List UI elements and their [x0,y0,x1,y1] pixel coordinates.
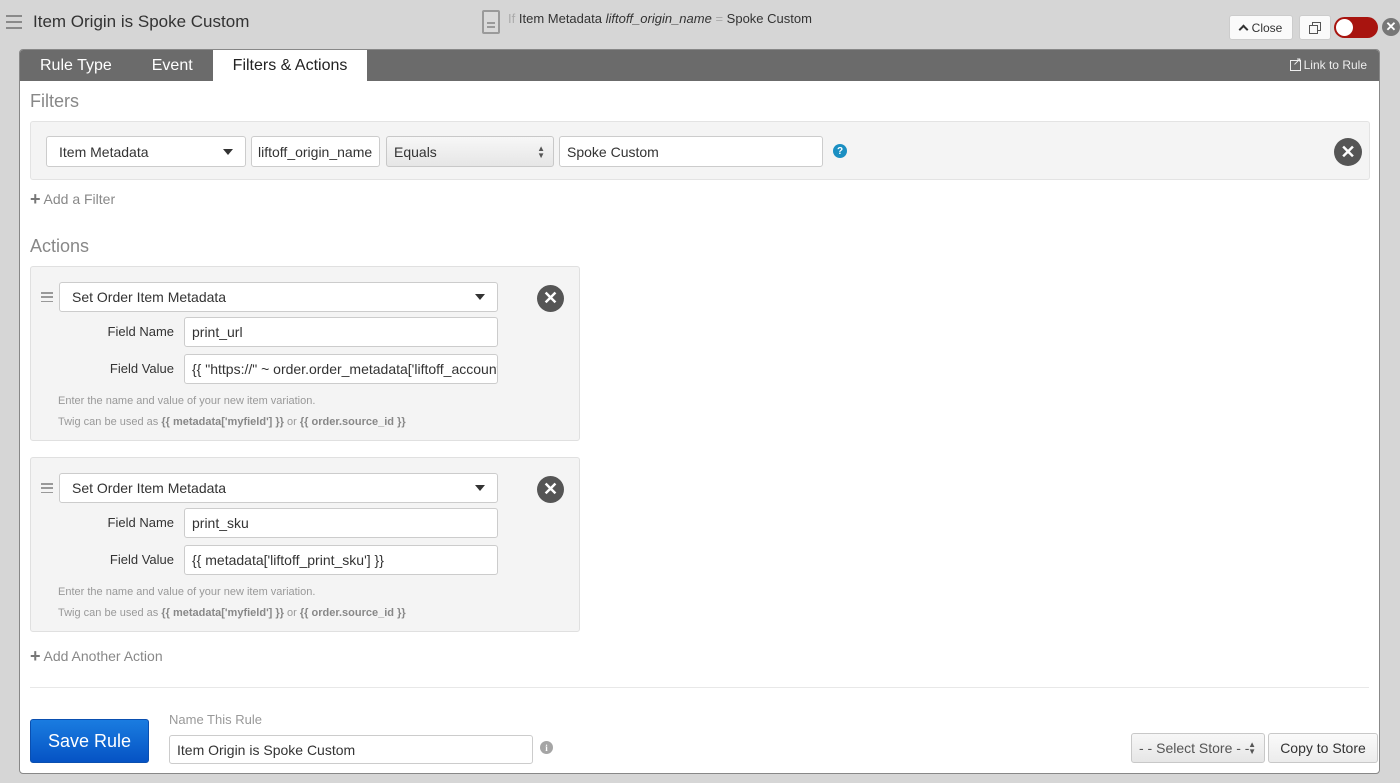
menu-icon[interactable] [6,15,22,29]
actions-heading: Actions [30,236,90,256]
add-filter-label: Add a Filter [43,191,116,207]
filter-operator-select[interactable]: Equals ▲ ▼ [386,136,554,167]
field-name-input[interactable]: print_sku [184,508,498,538]
duplicate-button[interactable] [1299,15,1331,40]
rule-name-label: Name This Rule [169,712,262,727]
filter-operator-value: Equals [394,143,437,160]
add-action-link[interactable]: + Add Another Action [30,647,163,665]
document-icon [482,10,500,34]
drag-handle-icon[interactable] [41,292,53,302]
close-button[interactable]: Close [1229,15,1293,40]
link-to-rule-label: Link to Rule [1303,58,1367,72]
field-value-label: Field Value [109,552,174,567]
filter-type-value: Item Metadata [59,143,149,160]
dropdown-arrow-icon [475,294,485,300]
field-name-input[interactable]: print_url [184,317,498,347]
copy-to-store-button[interactable]: Copy to Store [1268,733,1378,763]
rule-name-input[interactable]: Item Origin is Spoke Custom [169,735,533,764]
summary-value: Spoke Custom [726,11,812,26]
filters-heading: Filters [30,91,79,111]
field-name-label: Field Name [107,324,174,339]
filter-row: Item Metadata liftoff_origin_name Equals… [30,121,1370,180]
updown-arrows-icon: ▲ ▼ [537,143,545,160]
store-select-value: - - Select Store - - [1139,740,1250,756]
plus-icon: + [30,189,41,209]
field-value-input[interactable]: {{ "https://" ~ order.order_metadata['li… [184,354,498,384]
action-type-select[interactable]: Set Order Item Metadata [59,282,498,312]
summary-subject: Item Metadata [518,11,602,26]
external-link-icon [1289,55,1302,71]
info-icon[interactable]: i [540,741,553,754]
add-action-label: Add Another Action [43,648,163,664]
tab-bar: Rule Type Event Filters & Actions Link t… [20,50,1379,81]
tab-filters-actions[interactable]: Filters & Actions [212,50,368,81]
link-to-rule[interactable]: Link to Rule [1289,55,1367,72]
chevron-up-icon [1238,24,1249,35]
divider [30,687,1369,688]
dropdown-arrow-icon [475,485,485,491]
filter-value-input[interactable]: Spoke Custom [559,136,823,167]
remove-action-icon[interactable]: ✕ [537,476,564,503]
remove-action-icon[interactable]: ✕ [537,285,564,312]
summary-operator: = [715,11,724,26]
field-name-label: Field Name [107,515,174,530]
tab-event[interactable]: Event [132,50,213,81]
rule-enabled-toggle[interactable] [1334,17,1378,38]
rule-title: Item Origin is Spoke Custom [33,12,250,31]
tab-rule-type[interactable]: Rule Type [20,50,132,81]
add-filter-link[interactable]: + Add a Filter [30,190,115,208]
action-hint: Enter the name and value of your new ite… [58,395,316,407]
close-label: Close [1251,20,1283,35]
action-item: Set Order Item Metadata ✕ Field Name pri… [30,266,580,441]
remove-filter-icon[interactable]: ✕ [1334,138,1362,166]
drag-handle-icon[interactable] [41,483,53,493]
twig-hint: Twig can be used as {{ metadata['myfield… [58,607,406,619]
store-select[interactable]: - - Select Store - - ▲ ▼ [1131,733,1265,763]
plus-icon: + [30,646,41,666]
filter-type-select[interactable]: Item Metadata [46,136,246,167]
delete-rule-icon[interactable]: ✕ [1382,18,1400,36]
action-hint: Enter the name and value of your new ite… [58,586,316,598]
summary-field: liftoff_origin_name [605,11,712,26]
action-item: Set Order Item Metadata ✕ Field Name pri… [30,457,580,632]
action-type-value: Set Order Item Metadata [72,289,227,305]
action-type-value: Set Order Item Metadata [72,480,227,496]
rule-summary: If Item Metadata liftoff_origin_name = S… [482,10,812,34]
updown-arrows-icon: ▲ ▼ [1248,740,1256,756]
rule-editor-panel: Rule Type Event Filters & Actions Link t… [19,49,1380,774]
action-type-select[interactable]: Set Order Item Metadata [59,473,498,503]
save-rule-button[interactable]: Save Rule [30,719,149,763]
twig-hint: Twig can be used as {{ metadata['myfield… [58,416,406,428]
help-icon[interactable]: ? [833,144,847,158]
filter-field-input[interactable]: liftoff_origin_name [251,136,380,167]
summary-prefix: If [508,11,516,26]
dropdown-arrow-icon [223,148,233,155]
field-value-label: Field Value [109,361,174,376]
field-value-input[interactable]: {{ metadata['liftoff_print_sku'] }} [184,545,498,575]
